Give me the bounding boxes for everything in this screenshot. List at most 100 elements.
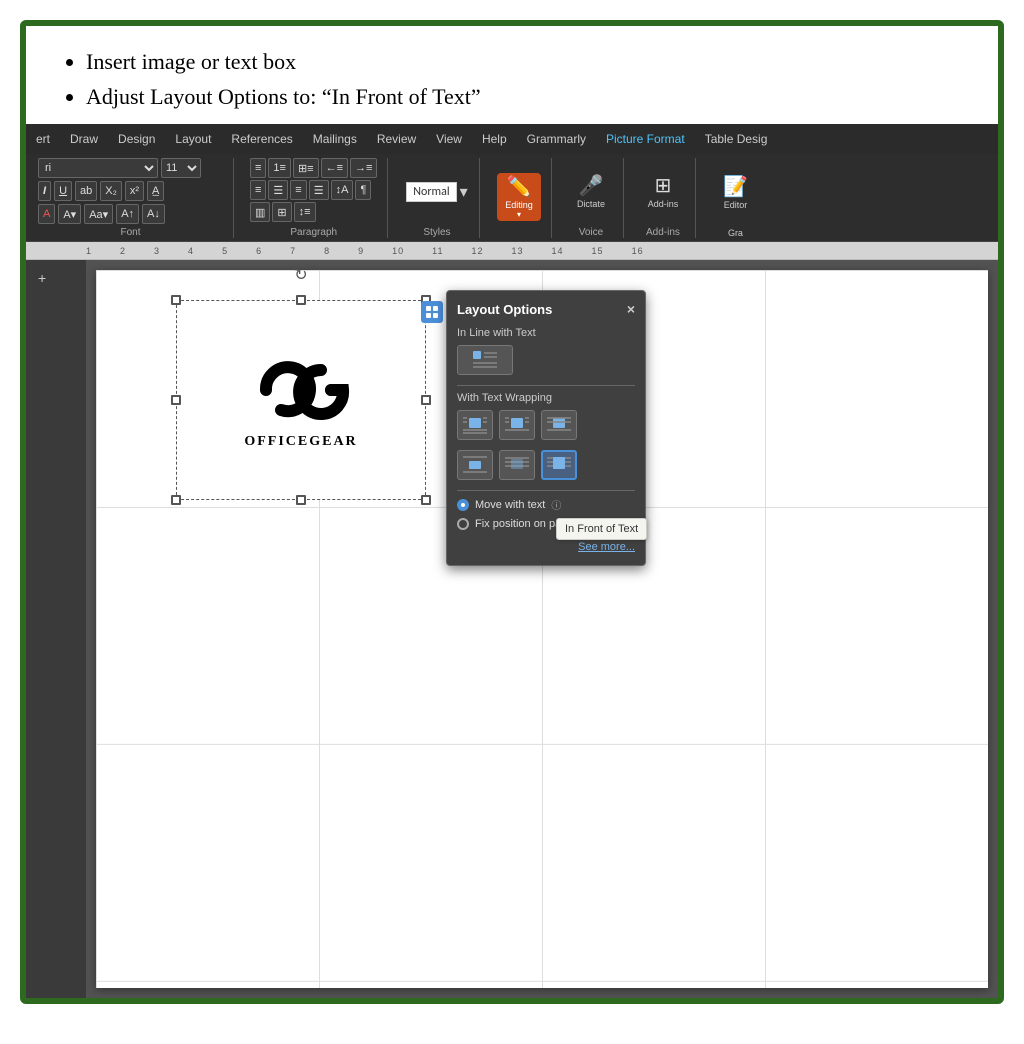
document-area: ↻ OfficeGear: [26, 260, 998, 998]
tab-draw[interactable]: Draw: [60, 124, 108, 154]
wrap-square-option[interactable]: [457, 410, 493, 440]
handle-top-mid[interactable]: [296, 295, 306, 305]
layout-options-icon[interactable]: [421, 301, 443, 323]
shading-button[interactable]: ▥: [250, 202, 270, 222]
clear-format-button[interactable]: A̲: [147, 181, 164, 201]
handle-top-left[interactable]: [171, 295, 181, 305]
bold-button[interactable]: I: [38, 181, 51, 201]
ruler: 1 2 3 4 5 6 7 8 9 10 11 12 13 14 15 16: [26, 242, 998, 260]
borders-button[interactable]: ⊞: [272, 202, 291, 222]
instructions-area: Insert image or text box Adjust Layout O…: [26, 26, 998, 124]
paragraph-group-label: Paragraph: [290, 227, 337, 238]
tab-references[interactable]: References: [221, 124, 302, 154]
selected-image-box[interactable]: ↻ OfficeGear: [176, 300, 426, 500]
tab-table-design[interactable]: Table Desig: [695, 124, 778, 154]
wrapping-section-title: With Text Wrapping: [457, 392, 635, 404]
handle-bot-left[interactable]: [171, 495, 181, 505]
wrap-top-bottom-option[interactable]: [457, 450, 493, 480]
move-with-text-option[interactable]: Move with text ⓘ: [457, 497, 635, 512]
editing-button[interactable]: ✏️ Editing ▾: [497, 173, 541, 221]
font-color-button[interactable]: A▾: [58, 204, 81, 224]
handle-mid-left[interactable]: [171, 395, 181, 405]
sort-button[interactable]: ↕A: [331, 180, 354, 200]
wrapping-options-grid-2: [457, 450, 635, 480]
editor-button[interactable]: 📝 Editor: [717, 173, 753, 212]
inline-text-option[interactable]: [457, 345, 513, 375]
editing-icon: ✏️: [507, 175, 532, 199]
underline-button[interactable]: U: [54, 181, 72, 201]
ribbon-tabs: ert Draw Design Layout References Mailin…: [26, 124, 998, 154]
tab-mailings[interactable]: Mailings: [303, 124, 367, 154]
multilevel-button[interactable]: ⊞≡: [293, 158, 319, 178]
see-more-link[interactable]: See more...: [578, 541, 635, 553]
tab-grammarly[interactable]: Grammarly: [517, 124, 596, 154]
font-name-select[interactable]: ri: [38, 158, 158, 178]
move-with-text-radio[interactable]: [457, 499, 469, 511]
align-right[interactable]: ≡: [290, 180, 306, 200]
fix-position-radio[interactable]: [457, 518, 469, 530]
panel-divider: [457, 385, 635, 386]
font-grow-button[interactable]: A↑: [116, 204, 139, 224]
bullets-button[interactable]: ≡: [250, 158, 266, 178]
ribbon-container: ert Draw Design Layout References Mailin…: [26, 124, 998, 998]
tab-design[interactable]: Design: [108, 124, 165, 154]
wrapping-options-grid: [457, 410, 635, 440]
editor-label: Editor: [724, 200, 748, 210]
ribbon-body: ri 11 I U ab X₂ x² A̲: [26, 154, 998, 242]
editing-label: Editing: [505, 200, 533, 210]
highlight-button[interactable]: A: [38, 204, 55, 224]
instructions-list: Insert image or text box Adjust Layout O…: [56, 44, 968, 114]
wrap-behind-text-option[interactable]: [499, 450, 535, 480]
voice-group-label: Voice: [579, 227, 603, 238]
styles-dropdown[interactable]: ▾: [460, 182, 468, 202]
styles-preview: Normal: [406, 182, 456, 202]
addins-label: Add-ins: [648, 199, 679, 209]
panel-close-button[interactable]: ×: [627, 301, 635, 317]
outer-border: Insert image or text box Adjust Layout O…: [20, 20, 1004, 1004]
instruction-item-2: Adjust Layout Options to: “In Front of T…: [86, 79, 968, 114]
tab-review[interactable]: Review: [367, 124, 426, 154]
line-spacing[interactable]: ↕≡: [294, 202, 316, 222]
handle-bot-mid[interactable]: [296, 495, 306, 505]
indent-increase[interactable]: →≡: [350, 158, 377, 178]
in-front-tooltip: In Front of Text: [556, 518, 647, 540]
indent-decrease[interactable]: ←≡: [321, 158, 348, 178]
tab-layout[interactable]: Layout: [165, 124, 221, 154]
font-shrink-button[interactable]: A↓: [142, 204, 165, 224]
layout-icon-svg: [425, 305, 439, 319]
move-info-icon[interactable]: ⓘ: [551, 497, 561, 512]
doc-left-panel: [26, 260, 86, 998]
tab-ert[interactable]: ert: [26, 124, 60, 154]
handle-bot-right[interactable]: [421, 495, 431, 505]
doc-page: ↻ OfficeGear: [96, 270, 988, 988]
panel-title: Layout Options: [457, 302, 552, 317]
selection-handles: ↻: [171, 295, 431, 505]
wrap-in-front-option[interactable]: [541, 450, 577, 480]
instruction-item-1: Insert image or text box: [86, 44, 968, 79]
strikethrough-button[interactable]: ab: [75, 181, 97, 201]
ribbon-group-font: ri 11 I U ab X₂ x² A̲: [34, 158, 234, 238]
ribbon-group-styles: Normal ▾ Styles: [400, 158, 480, 238]
move-with-text-label: Move with text: [475, 499, 545, 511]
handle-mid-right[interactable]: [421, 395, 431, 405]
addins-button[interactable]: ⊞ Add-ins: [644, 172, 683, 211]
font-size-increase[interactable]: Aa▾: [84, 204, 113, 224]
align-left[interactable]: ≡: [250, 180, 266, 200]
wrap-through-option[interactable]: [541, 410, 577, 440]
subscript-button[interactable]: X₂: [100, 181, 122, 201]
font-size-select[interactable]: 11: [161, 158, 201, 178]
tab-view[interactable]: View: [426, 124, 472, 154]
ribbon-group-paragraph: ≡ 1≡ ⊞≡ ←≡ →≡ ≡ ☰ ≡ ☰ ↕A ¶: [246, 158, 388, 238]
wrap-tight-option[interactable]: [499, 410, 535, 440]
numbering-button[interactable]: 1≡: [268, 158, 291, 178]
dictate-button[interactable]: 🎤 Dictate: [573, 172, 609, 211]
dictate-icon: 🎤: [578, 174, 603, 198]
justify[interactable]: ☰: [309, 180, 329, 200]
addins-icon: ⊞: [655, 174, 672, 198]
rotate-handle[interactable]: ↻: [294, 265, 307, 285]
tab-picture-format[interactable]: Picture Format: [596, 124, 695, 154]
superscript-button[interactable]: x²: [125, 181, 144, 201]
tab-help[interactable]: Help: [472, 124, 517, 154]
align-center[interactable]: ☰: [268, 180, 288, 200]
show-hide[interactable]: ¶: [355, 180, 371, 200]
